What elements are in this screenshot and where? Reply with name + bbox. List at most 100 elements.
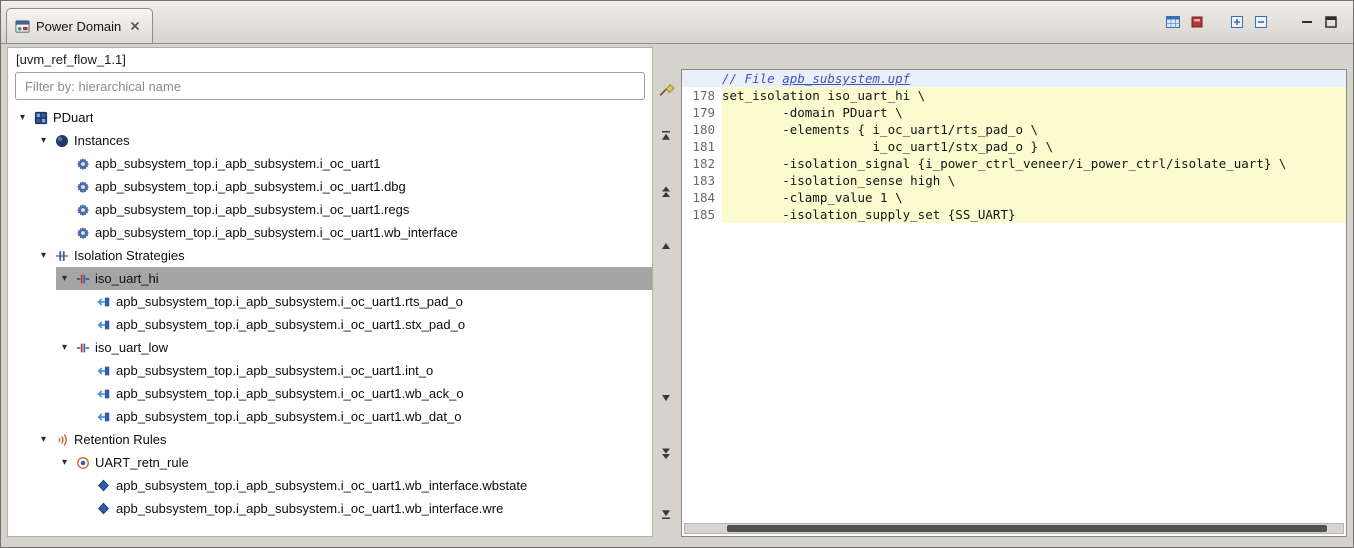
code-line: 184 -clamp_value 1 \ — [682, 189, 1346, 206]
tree-item[interactable]: ▾ Instances — [8, 129, 652, 152]
isolation-strategies-icon — [52, 249, 71, 263]
nav-strip — [651, 47, 681, 537]
tree-item[interactable]: apb_subsystem_top.i_apb_subsystem.i_oc_u… — [8, 405, 652, 428]
tree-item[interactable]: apb_subsystem_top.i_apb_subsystem.i_oc_u… — [8, 290, 652, 313]
tree-item[interactable]: apb_subsystem_top.i_apb_subsystem.i_oc_u… — [8, 175, 652, 198]
code-text: -domain PDuart \ — [722, 104, 1346, 121]
tree-item-label: apb_subsystem_top.i_apb_subsystem.i_oc_u… — [116, 317, 466, 332]
line-number: 181 — [682, 138, 722, 155]
previous-button[interactable] — [654, 235, 678, 257]
line-number: 178 — [682, 87, 722, 104]
tree-item-label: Retention Rules — [74, 432, 167, 447]
expand-box-icon — [1229, 14, 1245, 30]
clear-highlight-button[interactable] — [1185, 10, 1209, 34]
expander-icon[interactable]: ▾ — [35, 250, 52, 261]
code-line: 181 i_oc_uart1/stx_pad_o } \ — [682, 138, 1346, 155]
maximize-view-button[interactable] — [1319, 10, 1343, 34]
expander-icon[interactable]: ▾ — [14, 112, 31, 123]
go-to-first-button[interactable] — [654, 125, 678, 147]
tree-item[interactable]: apb_subsystem_top.i_apb_subsystem.i_oc_u… — [8, 313, 652, 336]
tree-item[interactable]: ▾ UART_retn_rule — [8, 451, 652, 474]
tree-item[interactable]: ▾ Isolation Strategies — [8, 244, 652, 267]
power-domain-tree: ▾ PDuart ▾ Instances apb_subsystem_top.i_apb… — [8, 106, 652, 536]
tree-item[interactable]: apb_subsystem_top.i_apb_subsystem.i_oc_u… — [8, 382, 652, 405]
expander-icon[interactable]: ▾ — [35, 135, 52, 146]
tree-item-label: apb_subsystem_top.i_apb_subsystem.i_oc_u… — [116, 478, 528, 493]
clear-filter-button[interactable] — [654, 77, 678, 99]
tree-item-label: iso_uart_hi — [95, 271, 159, 286]
code-text: -isolation_sense high \ — [722, 172, 1346, 189]
minimize-view-button[interactable] — [1295, 10, 1319, 34]
instance-icon — [73, 226, 92, 240]
line-number: 179 — [682, 104, 722, 121]
retention-element-icon — [94, 479, 113, 492]
line-number: 180 — [682, 121, 722, 138]
instance-icon — [73, 203, 92, 217]
tree-item[interactable]: apb_subsystem_top.i_apb_subsystem.i_oc_u… — [8, 474, 652, 497]
line-number: 184 — [682, 189, 722, 206]
code-lines: 178 set_isolation iso_uart_hi \ 179 -domai… — [682, 87, 1346, 223]
comment-prefix: // File — [722, 71, 783, 86]
expander-icon[interactable]: ▾ — [56, 457, 73, 468]
expander-icon[interactable]: ▾ — [35, 434, 52, 445]
horizontal-scrollbar[interactable] — [684, 523, 1344, 534]
hscrollbar-thumb[interactable] — [727, 525, 1327, 532]
clear-highlight-icon — [1189, 14, 1205, 30]
code-line: 178 set_isolation iso_uart_hi \ — [682, 87, 1346, 104]
file-comment: // File apb_subsystem.upf — [722, 70, 910, 87]
tree-item[interactable]: apb_subsystem_top.i_apb_subsystem.i_oc_u… — [8, 221, 652, 244]
tree-item[interactable]: apb_subsystem_top.i_apb_subsystem.i_oc_u… — [8, 497, 652, 520]
power-domain-icon — [31, 111, 50, 125]
expander-icon[interactable]: ▾ — [56, 273, 73, 284]
minimize-view-icon — [1299, 14, 1315, 30]
tree-item[interactable]: ▾ Retention Rules — [8, 428, 652, 451]
retention-rules-icon — [52, 433, 71, 447]
tree-item-label: Instances — [74, 133, 130, 148]
collapse-box-button[interactable] — [1249, 10, 1273, 34]
instances-icon — [52, 134, 71, 148]
code-line: 183 -isolation_sense high \ — [682, 172, 1346, 189]
port-icon — [94, 410, 113, 424]
code-text: -clamp_value 1 \ — [722, 189, 1346, 206]
filter-input[interactable] — [15, 72, 645, 100]
code-text: i_oc_uart1/stx_pad_o } \ — [722, 138, 1346, 155]
tree-item-label: apb_subsystem_top.i_apb_subsystem.i_oc_u… — [116, 501, 504, 516]
port-icon — [94, 318, 113, 332]
tab-power-domain[interactable]: Power Domain — [6, 8, 154, 43]
line-number: 185 — [682, 206, 722, 223]
tree-item[interactable]: ▾ PDuart — [8, 106, 652, 129]
next-group-button[interactable] — [654, 443, 678, 465]
tree-item-label: apb_subsystem_top.i_apb_subsystem.i_oc_u… — [95, 156, 381, 171]
code-text: set_isolation iso_uart_hi \ — [722, 87, 1346, 104]
tree-item-label: apb_subsystem_top.i_apb_subsystem.i_oc_u… — [95, 225, 458, 240]
port-icon — [94, 387, 113, 401]
tree-item[interactable]: apb_subsystem_top.i_apb_subsystem.i_oc_u… — [8, 359, 652, 382]
expander-icon[interactable]: ▾ — [56, 342, 73, 353]
go-to-last-button[interactable] — [654, 503, 678, 525]
power-domain-view-icon — [15, 19, 30, 34]
collapse-box-icon — [1253, 14, 1269, 30]
code-header-line: // File apb_subsystem.upf — [682, 70, 1346, 87]
tree-item-label: apb_subsystem_top.i_apb_subsystem.i_oc_u… — [95, 202, 410, 217]
tree-item[interactable]: apb_subsystem_top.i_apb_subsystem.i_oc_u… — [8, 198, 652, 221]
upf-file-link[interactable]: apb_subsystem.upf — [782, 71, 910, 86]
tree-item[interactable]: ▾ iso_uart_hi — [8, 267, 652, 290]
tab-close-icon[interactable] — [130, 21, 140, 31]
code-text: -isolation_supply_set {SS_UART} — [722, 206, 1346, 223]
tree-item-label: apb_subsystem_top.i_apb_subsystem.i_oc_u… — [95, 179, 406, 194]
tab-title: Power Domain — [36, 18, 122, 34]
previous-group-button[interactable] — [654, 181, 678, 203]
show-table-button[interactable] — [1161, 10, 1185, 34]
line-number: 182 — [682, 155, 722, 172]
tree-item-label: PDuart — [53, 110, 94, 125]
view-toolbar — [1161, 10, 1343, 34]
maximize-view-icon — [1323, 14, 1339, 30]
expand-box-button[interactable] — [1225, 10, 1249, 34]
next-button[interactable] — [654, 387, 678, 409]
code-line: 185 -isolation_supply_set {SS_UART} — [682, 206, 1346, 223]
code-line: 179 -domain PDuart \ — [682, 104, 1346, 121]
tree-item[interactable]: ▾ iso_uart_low — [8, 336, 652, 359]
tree-item-label: Isolation Strategies — [74, 248, 185, 263]
tree-item[interactable]: apb_subsystem_top.i_apb_subsystem.i_oc_u… — [8, 152, 652, 175]
hierarchy-panel: [uvm_ref_flow_1.1] ▾PDuart▾Instancesapb_… — [7, 47, 653, 537]
